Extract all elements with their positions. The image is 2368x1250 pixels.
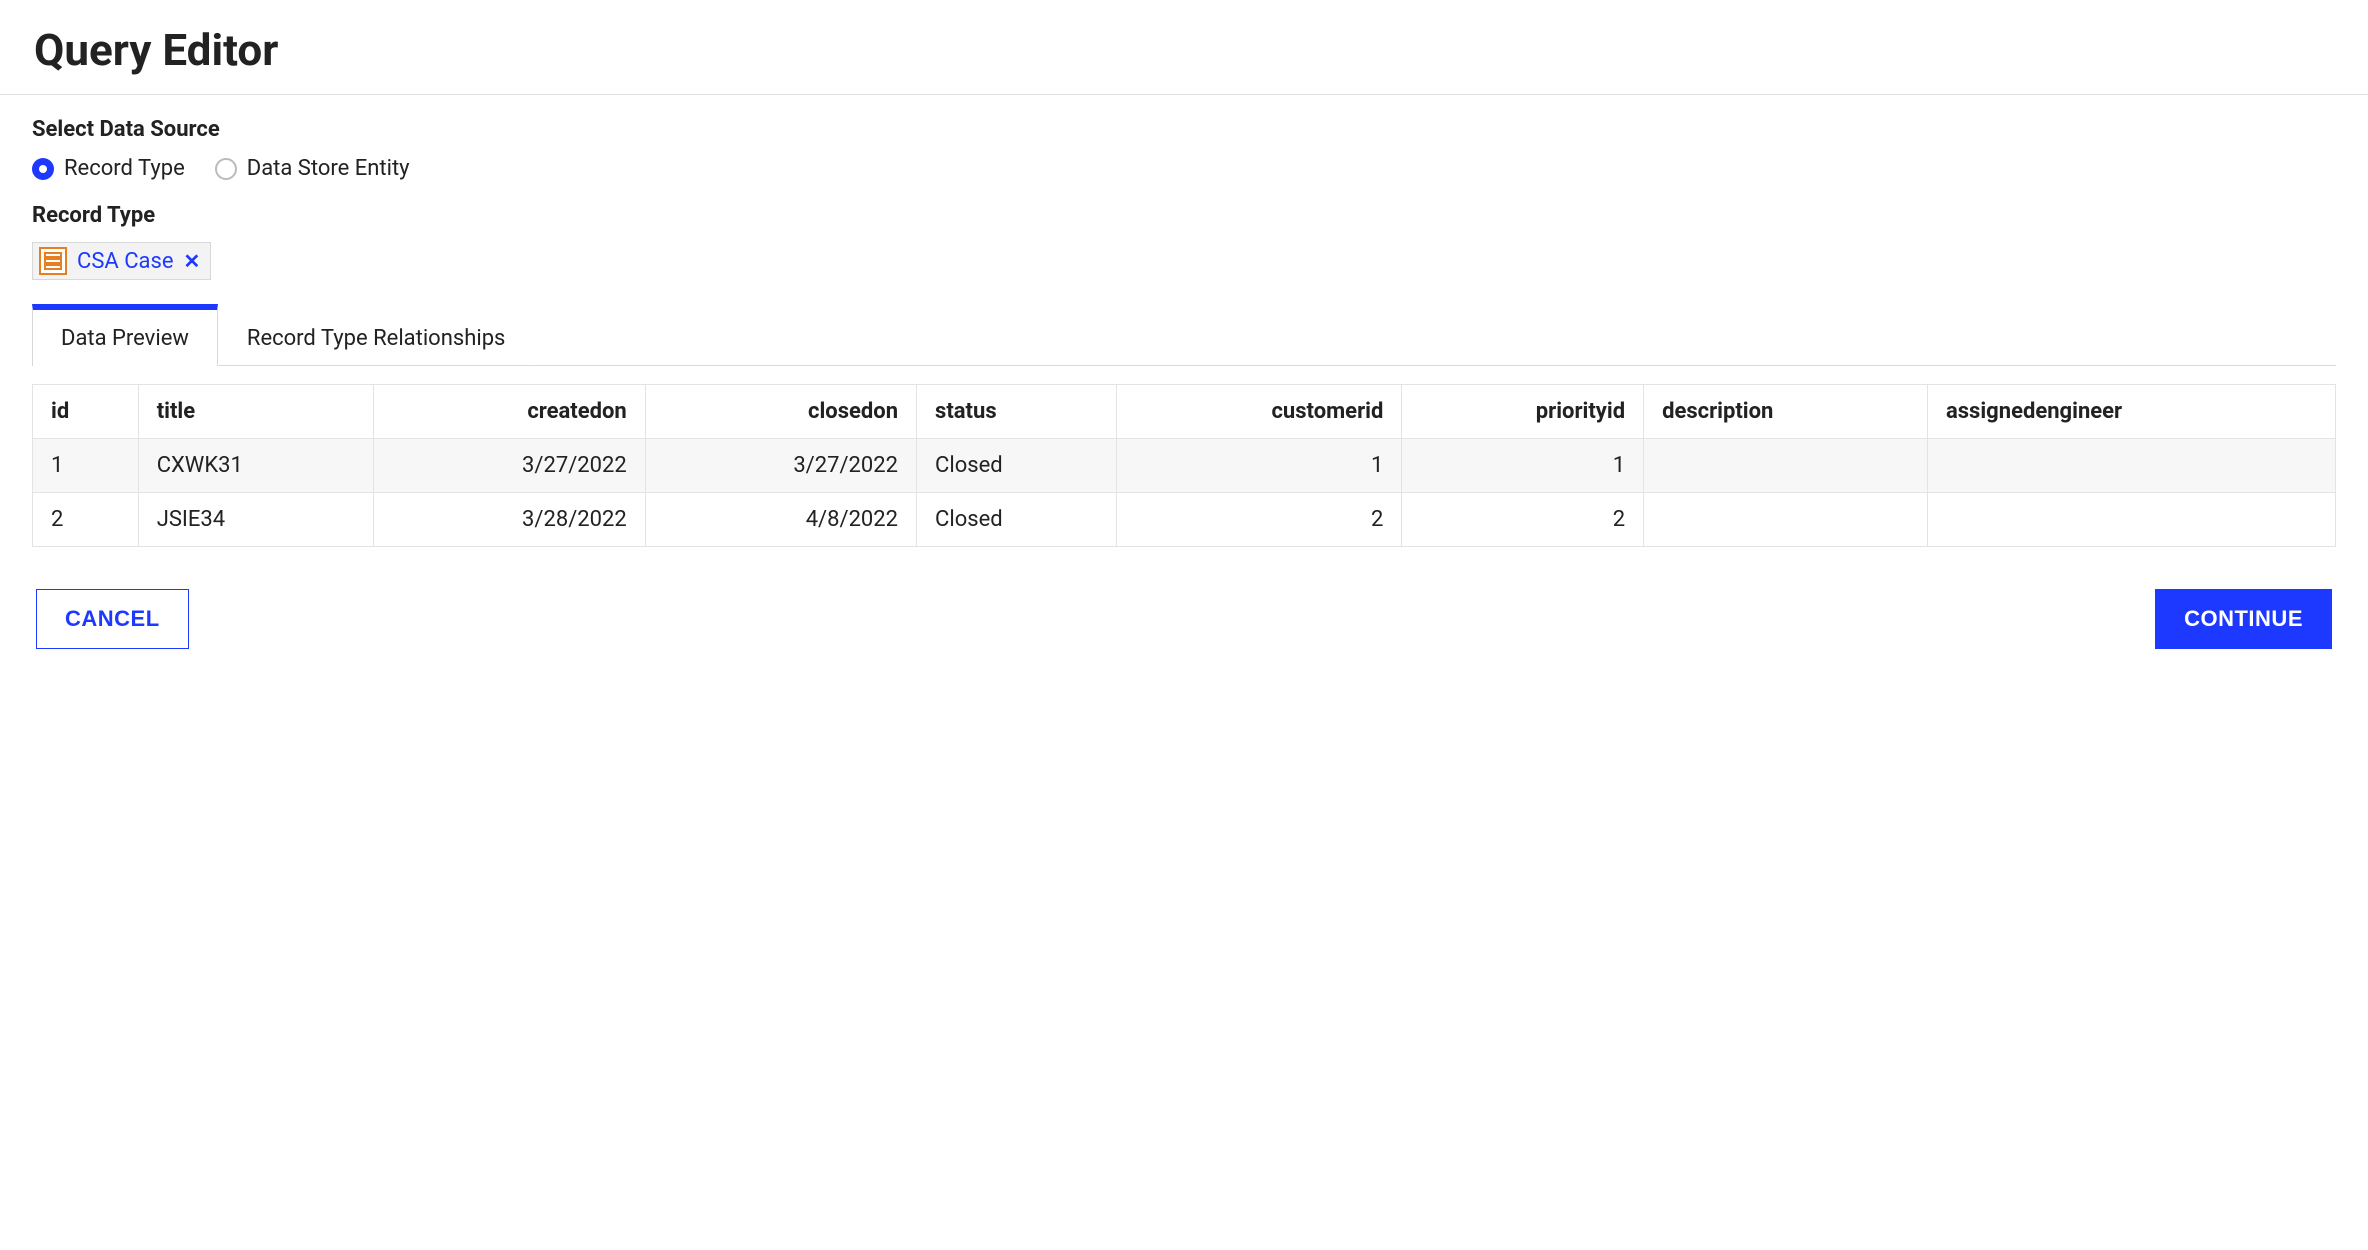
cell-customerid: 2 <box>1117 493 1402 547</box>
tab-record-type-relationships[interactable]: Record Type Relationships <box>218 304 535 366</box>
col-title: title <box>138 385 374 439</box>
col-priorityid: priorityid <box>1402 385 1644 439</box>
cell-customerid: 1 <box>1117 439 1402 493</box>
cell-priorityid: 1 <box>1402 439 1644 493</box>
cell-title: CXWK31 <box>138 439 374 493</box>
continue-button[interactable]: Continue <box>2155 589 2332 649</box>
col-description: description <box>1644 385 1928 439</box>
cell-createdon: 3/28/2022 <box>374 493 645 547</box>
close-icon[interactable]: ✕ <box>184 251 201 271</box>
data-source-radio-group: Record Type Data Store Entity <box>32 156 2336 181</box>
col-customerid: customerid <box>1117 385 1402 439</box>
cell-priorityid: 2 <box>1402 493 1644 547</box>
record-type-chip[interactable]: CSA Case ✕ <box>32 242 211 280</box>
cell-closedon: 4/8/2022 <box>645 493 916 547</box>
chip-label: CSA Case <box>77 249 174 274</box>
tabs: Data Preview Record Type Relationships <box>32 304 2336 366</box>
cell-createdon: 3/27/2022 <box>374 439 645 493</box>
data-preview-table: idtitlecreatedonclosedonstatuscustomerid… <box>32 384 2336 547</box>
cell-title: JSIE34 <box>138 493 374 547</box>
tab-data-preview[interactable]: Data Preview <box>32 304 218 366</box>
cell-assignedengineer <box>1927 493 2335 547</box>
radio-selected-icon <box>32 158 54 180</box>
col-id: id <box>33 385 139 439</box>
radio-option-record-type[interactable]: Record Type <box>32 156 185 181</box>
cancel-button[interactable]: Cancel <box>36 589 189 649</box>
tab-spacer <box>534 304 2336 366</box>
cell-id: 2 <box>33 493 139 547</box>
cell-assignedengineer <box>1927 439 2335 493</box>
cell-status: Closed <box>917 493 1117 547</box>
table-row[interactable]: 2JSIE343/28/20224/8/2022Closed22 <box>33 493 2336 547</box>
radio-label: Record Type <box>64 156 185 181</box>
record-type-label: Record Type <box>32 203 2336 228</box>
col-createdon: createdon <box>374 385 645 439</box>
cell-status: Closed <box>917 439 1117 493</box>
col-assignedengineer: assignedengineer <box>1927 385 2335 439</box>
cell-description <box>1644 439 1928 493</box>
col-status: status <box>917 385 1117 439</box>
col-closedon: closedon <box>645 385 916 439</box>
radio-label: Data Store Entity <box>247 156 410 181</box>
page-title: Query Editor <box>0 0 2368 94</box>
radio-unselected-icon <box>215 158 237 180</box>
select-data-source-label: Select Data Source <box>32 117 2336 142</box>
table-row[interactable]: 1CXWK313/27/20223/27/2022Closed11 <box>33 439 2336 493</box>
radio-option-data-store-entity[interactable]: Data Store Entity <box>215 156 410 181</box>
cell-id: 1 <box>33 439 139 493</box>
cell-description <box>1644 493 1928 547</box>
record-type-icon <box>39 247 67 275</box>
cell-closedon: 3/27/2022 <box>645 439 916 493</box>
